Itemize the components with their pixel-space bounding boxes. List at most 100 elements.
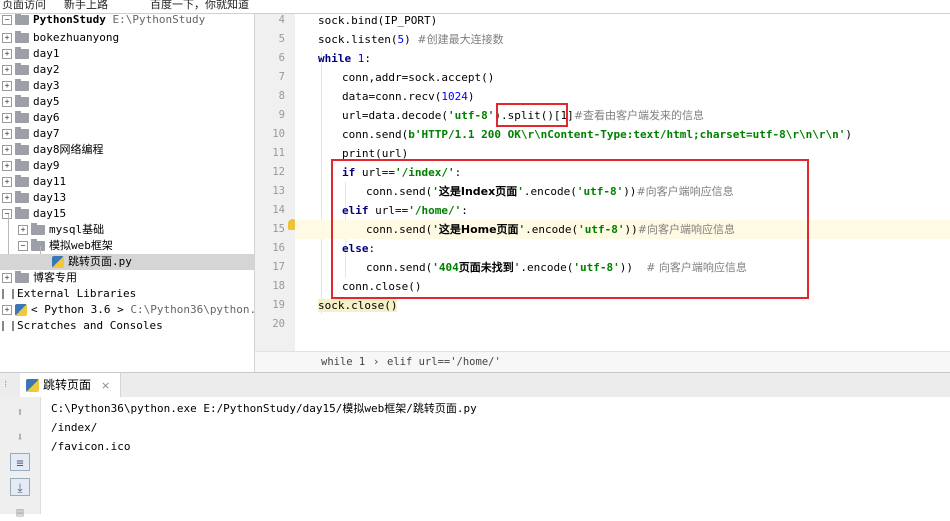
tree-item-folder[interactable]: + day2 bbox=[2, 62, 60, 78]
folder-icon bbox=[15, 95, 29, 107]
expand-icon[interactable]: + bbox=[2, 177, 12, 187]
code-line: conn,addr=sock.accept() bbox=[342, 71, 495, 84]
soft-wrap-icon[interactable]: ≡ bbox=[10, 453, 30, 471]
tree-item-external-libraries[interactable]: External Libraries bbox=[2, 286, 136, 302]
folder-icon bbox=[15, 127, 29, 139]
tree-item-label: day11 bbox=[33, 175, 67, 188]
expand-icon[interactable]: + bbox=[2, 65, 12, 75]
folder-icon bbox=[31, 223, 45, 235]
tree-item-label: 跳转页面.py bbox=[68, 255, 132, 268]
line-number: 19 bbox=[272, 299, 285, 311]
line-number: 10 bbox=[272, 128, 285, 140]
tree-item-label: day1 bbox=[33, 47, 60, 60]
tree-item-label: External Libraries bbox=[17, 287, 137, 300]
bookmark-item[interactable]: 新手上路 bbox=[64, 0, 108, 12]
expand-icon[interactable]: + bbox=[18, 225, 28, 235]
project-root-label: PythonStudy bbox=[33, 14, 106, 26]
run-tab-label: 跳转页面 bbox=[43, 378, 92, 392]
expand-icon[interactable]: + bbox=[2, 97, 12, 107]
line-number: 15 bbox=[272, 223, 285, 235]
tree-item-python-sdk[interactable]: + < Python 3.6 > C:\Python36\python.exe bbox=[2, 302, 254, 318]
expand-icon[interactable]: + bbox=[2, 81, 12, 91]
tree-item-folder[interactable]: + day8网络编程 bbox=[2, 142, 104, 158]
tree-item-folder[interactable]: + day13 bbox=[2, 190, 66, 206]
project-tree[interactable]: − PythonStudy E:\PythonStudy + bokezhuanyo… bbox=[0, 14, 255, 372]
collapse-icon[interactable]: − bbox=[2, 209, 12, 219]
project-root[interactable]: − PythonStudy E:\PythonStudy bbox=[2, 14, 205, 28]
expand-icon[interactable]: + bbox=[2, 129, 12, 139]
tree-item-label: 博客专用 bbox=[33, 271, 77, 284]
folder-icon bbox=[15, 175, 29, 187]
expand-icon[interactable]: + bbox=[2, 145, 12, 155]
python-icon bbox=[15, 304, 27, 316]
expand-icon[interactable]: + bbox=[2, 33, 12, 43]
code-line: while 1: bbox=[318, 52, 371, 65]
tree-item-folder[interactable]: + day9 bbox=[2, 158, 60, 174]
tree-item-folder[interactable]: + mysql基础 bbox=[18, 222, 104, 238]
arrow-up-icon[interactable]: ⬆ bbox=[10, 403, 30, 421]
tree-item-folder[interactable]: + day7 bbox=[2, 126, 60, 142]
line-number: 16 bbox=[272, 242, 285, 254]
code-line: sock.listen(5) #创建最大连接数 bbox=[318, 33, 504, 46]
collapse-icon[interactable]: − bbox=[2, 15, 12, 25]
tree-item-folder[interactable]: + day5 bbox=[2, 94, 60, 110]
folder-icon bbox=[15, 191, 29, 203]
collapse-icon[interactable]: ⁞ bbox=[3, 373, 8, 397]
tree-item-folder[interactable]: + day3 bbox=[2, 78, 60, 94]
expand-icon[interactable]: + bbox=[2, 305, 12, 315]
tree-item-label: bokezhuanyong bbox=[33, 31, 120, 44]
run-toolbar: ⬆ ⬇ ≡ ⤓ ▤ bbox=[0, 397, 41, 519]
tree-item-label: day15 bbox=[33, 207, 67, 220]
line-number: 8 bbox=[278, 90, 285, 102]
print-icon[interactable]: ▤ bbox=[10, 503, 30, 521]
tree-item-folder[interactable]: − day15 bbox=[2, 206, 66, 222]
tree-item-label: day13 bbox=[33, 191, 67, 204]
tree-item-label: 模拟web框架 bbox=[49, 239, 113, 252]
scratches-icon bbox=[2, 321, 14, 331]
expand-icon[interactable]: + bbox=[2, 193, 12, 203]
run-console[interactable]: C:\Python36\python.exe E:/PythonStudy/da… bbox=[41, 397, 950, 514]
tree-item-scratches[interactable]: Scratches and Consoles bbox=[2, 318, 163, 334]
arrow-down-icon[interactable]: ⬇ bbox=[10, 428, 30, 446]
expand-icon[interactable]: + bbox=[2, 49, 12, 59]
scroll-to-end-icon[interactable]: ⤓ bbox=[10, 478, 30, 496]
tree-item-folder[interactable]: + day11 bbox=[2, 174, 66, 190]
annotation-box-routing bbox=[331, 159, 809, 299]
code-line: url=data.decode('utf-8').split()[1]#查看由客… bbox=[342, 109, 705, 122]
console-line: C:\Python36\python.exe E:/PythonStudy/da… bbox=[51, 402, 477, 415]
run-tab[interactable]: 跳转页面 × bbox=[20, 373, 122, 397]
breadcrumb-item[interactable]: elif url=='/home/' bbox=[387, 352, 501, 373]
folder-icon bbox=[15, 31, 29, 43]
tree-item-label: day2 bbox=[33, 63, 60, 76]
line-number: 20 bbox=[272, 318, 285, 330]
bookmark-item[interactable]: 百度一下，你就知道 bbox=[150, 0, 249, 12]
tree-item-label: day6 bbox=[33, 111, 60, 124]
expand-icon[interactable]: + bbox=[2, 113, 12, 123]
tree-item-file-selected[interactable]: 跳转页面.py bbox=[0, 254, 254, 270]
line-number: 17 bbox=[272, 261, 285, 273]
expand-icon[interactable]: + bbox=[2, 161, 12, 171]
annotation-box-split bbox=[496, 103, 568, 127]
tree-item-folder[interactable]: − 模拟web框架 bbox=[18, 238, 113, 254]
python-file-icon bbox=[26, 379, 39, 392]
collapse-icon[interactable]: − bbox=[18, 241, 28, 251]
line-number: 7 bbox=[278, 71, 285, 83]
expand-icon[interactable]: + bbox=[2, 273, 12, 283]
folder-icon bbox=[15, 79, 29, 91]
line-number: 18 bbox=[272, 280, 285, 292]
tree-item-folder[interactable]: + bokezhuanyong bbox=[2, 30, 119, 46]
folder-icon bbox=[31, 239, 45, 251]
code-line: data=conn.recv(1024) bbox=[342, 90, 475, 103]
project-root-path: E:\PythonStudy bbox=[112, 14, 206, 26]
breadcrumb-separator: › bbox=[373, 356, 380, 368]
bookmark-item[interactable]: 页面访问 bbox=[2, 0, 46, 12]
tree-item-label: day3 bbox=[33, 79, 60, 92]
tree-item-folder[interactable]: + day6 bbox=[2, 110, 60, 126]
code-editor[interactable]: sock.bind(IP_PORT) sock.listen(5) #创建最大连… bbox=[295, 14, 950, 351]
console-line: /favicon.ico bbox=[51, 440, 131, 453]
tree-item-folder[interactable]: + 博客专用 bbox=[2, 270, 77, 286]
breadcrumb-item[interactable]: while 1 bbox=[321, 352, 365, 373]
tree-item-folder[interactable]: + day1 bbox=[2, 46, 60, 62]
close-icon[interactable]: × bbox=[101, 379, 110, 392]
